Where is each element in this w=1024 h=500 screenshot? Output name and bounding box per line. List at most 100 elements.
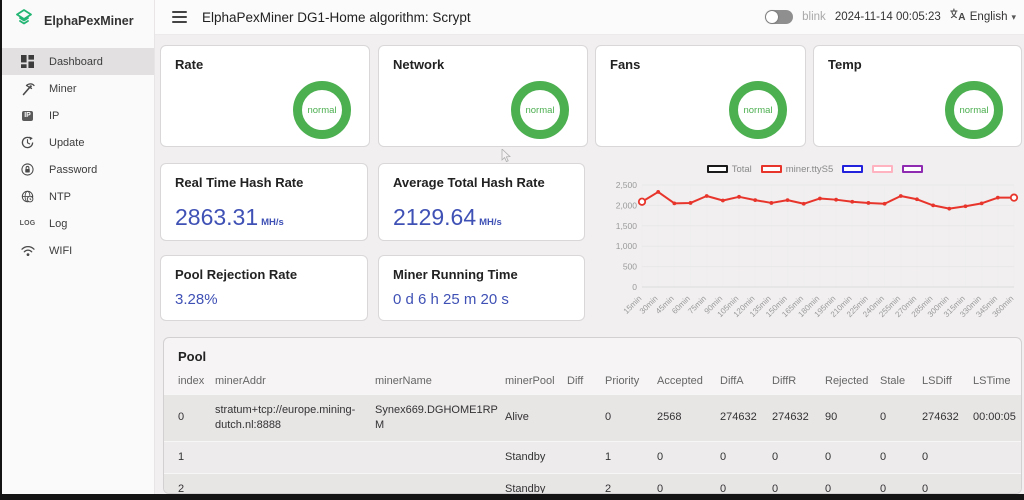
- sidebar-menu: Dashboard Miner IP IP Update Password NT…: [2, 48, 154, 264]
- dashboard-icon: [19, 55, 36, 68]
- data-point: [818, 196, 822, 201]
- page-title: ElphaPexMiner DG1-Home algorithm: Scrypt: [202, 9, 471, 25]
- header: ElphaPexMiner DG1-Home algorithm: Scrypt…: [155, 0, 1024, 35]
- legend-swatch: [760, 165, 782, 173]
- datetime-display: 2024-11-14 00:05:23: [834, 11, 941, 23]
- sidebar-item-log[interactable]: LOG Log: [2, 210, 154, 237]
- sidebar-item-label: NTP: [49, 190, 71, 203]
- status-card-title: Rate: [175, 57, 204, 72]
- y-tick-label: 2,500: [616, 180, 638, 190]
- column-header: DiffR: [772, 375, 797, 387]
- blink-toggle-label: blink: [802, 11, 826, 23]
- status-text: normal: [307, 104, 337, 116]
- metric-value: 2129.64 MH/s: [393, 204, 502, 230]
- table-row: 2 Standby 2 000 000: [164, 473, 1021, 493]
- data-point: [704, 194, 709, 198]
- screen-edge-left: [0, 0, 2, 500]
- status-ring: normal: [945, 81, 1003, 139]
- legend-label: Total: [731, 163, 752, 175]
- data-point: [720, 198, 725, 203]
- data-point: [656, 190, 661, 194]
- lock-icon: [19, 163, 36, 176]
- sidebar: ElphaPexMiner Dashboard Miner IP IP Upda…: [2, 0, 155, 494]
- column-header: Stale: [880, 375, 906, 387]
- status-card-title: Network: [393, 57, 445, 72]
- status-text: normal: [959, 104, 989, 116]
- status-card-title: Temp: [828, 57, 862, 72]
- y-tick-label: 0: [632, 282, 637, 292]
- metric-title: Real Time Hash Rate: [175, 175, 304, 190]
- sidebar-item-update[interactable]: Update: [2, 129, 154, 156]
- legend-item[interactable]: [872, 165, 894, 173]
- y-tick-label: 1,500: [616, 221, 638, 231]
- sidebar-item-ip[interactable]: IP IP: [2, 102, 154, 129]
- chart-legend: Total miner.ttyS5: [608, 161, 1022, 177]
- column-header: Rejected: [825, 375, 869, 387]
- brand: ElphaPexMiner: [2, 0, 154, 41]
- data-point: [785, 198, 790, 202]
- data-point: [866, 201, 871, 205]
- metric-value: 0 d 6 h 25 m 20 s: [393, 291, 509, 308]
- status-card-title: Fans: [610, 57, 641, 72]
- legend-item[interactable]: [902, 165, 924, 173]
- column-header: LSTime: [973, 375, 1011, 387]
- column-header: Accepted: [657, 375, 703, 387]
- column-header: LSDiff: [922, 375, 952, 387]
- metric-card-realtime-hashrate: Real Time Hash Rate 2863.31 MH/s: [160, 163, 368, 241]
- metric-unit: MH/s: [479, 217, 502, 228]
- globe-clock-icon: [19, 190, 36, 203]
- column-header: DiffA: [720, 375, 744, 387]
- language-selector[interactable]: A English ▾: [950, 8, 1016, 26]
- status-card-fans: Fans normal: [595, 45, 806, 147]
- legend-swatch: [706, 165, 728, 173]
- brand-logo-icon: [15, 9, 33, 32]
- legend-item[interactable]: Total: [706, 163, 752, 175]
- data-point: [769, 201, 774, 205]
- metric-card-running-time: Miner Running Time 0 d 6 h 25 m 20 s: [378, 255, 585, 321]
- status-ring: normal: [729, 81, 787, 139]
- sidebar-item-label: Password: [49, 163, 98, 176]
- sidebar-item-label: WIFI: [49, 244, 73, 257]
- metric-title: Average Total Hash Rate: [393, 175, 545, 190]
- column-header: minerName: [375, 375, 432, 387]
- sidebar-item-label: Update: [49, 136, 85, 149]
- log-icon: LOG: [19, 220, 36, 227]
- legend-item[interactable]: miner.ttyS5: [760, 164, 833, 175]
- metric-value: 3.28%: [175, 291, 218, 308]
- hashrate-chart: Total miner.ttyS5 15min 30min 45min 60min 75m…: [608, 161, 1022, 331]
- hamburger-menu-icon[interactable]: [172, 11, 187, 23]
- sidebar-item-ntp[interactable]: NTP: [2, 183, 154, 210]
- data-point: [947, 206, 952, 211]
- pickaxe-icon: [19, 82, 36, 96]
- data-point: [915, 197, 919, 202]
- data-point: [898, 194, 903, 198]
- column-header: index: [178, 375, 205, 387]
- legend-swatch: [842, 165, 864, 173]
- svg-text:A: A: [958, 12, 965, 21]
- y-tick-label: 500: [623, 262, 637, 272]
- status-card-rate: Rate normal: [160, 45, 370, 147]
- chevron-down-icon: ▾: [1011, 11, 1016, 22]
- series-line: [641, 190, 1014, 210]
- sidebar-item-wifi[interactable]: WIFI: [2, 237, 154, 264]
- column-header: Priority: [605, 375, 640, 387]
- data-point: [1009, 193, 1019, 202]
- sidebar-item-label: IP: [49, 109, 60, 122]
- data-point: [672, 201, 677, 206]
- metric-unit: MH/s: [261, 217, 284, 228]
- data-point: [737, 194, 741, 199]
- y-tick-label: 2,000: [616, 200, 638, 210]
- y-tick-label: 1,000: [616, 241, 638, 251]
- legend-item[interactable]: [842, 165, 864, 173]
- status-text: normal: [525, 104, 555, 116]
- blink-toggle[interactable]: [765, 10, 794, 24]
- wifi-icon: [19, 245, 36, 257]
- column-header: minerPool: [505, 375, 555, 387]
- sidebar-item-miner[interactable]: Miner: [2, 75, 154, 102]
- sidebar-item-password[interactable]: Password: [2, 156, 154, 183]
- header-right: blink 2024-11-14 00:05:23 A English ▾: [765, 8, 1016, 26]
- legend-swatch: [902, 165, 924, 173]
- sidebar-item-dashboard[interactable]: Dashboard: [2, 48, 154, 75]
- data-point: [995, 195, 1000, 200]
- column-header: Diff: [567, 375, 584, 387]
